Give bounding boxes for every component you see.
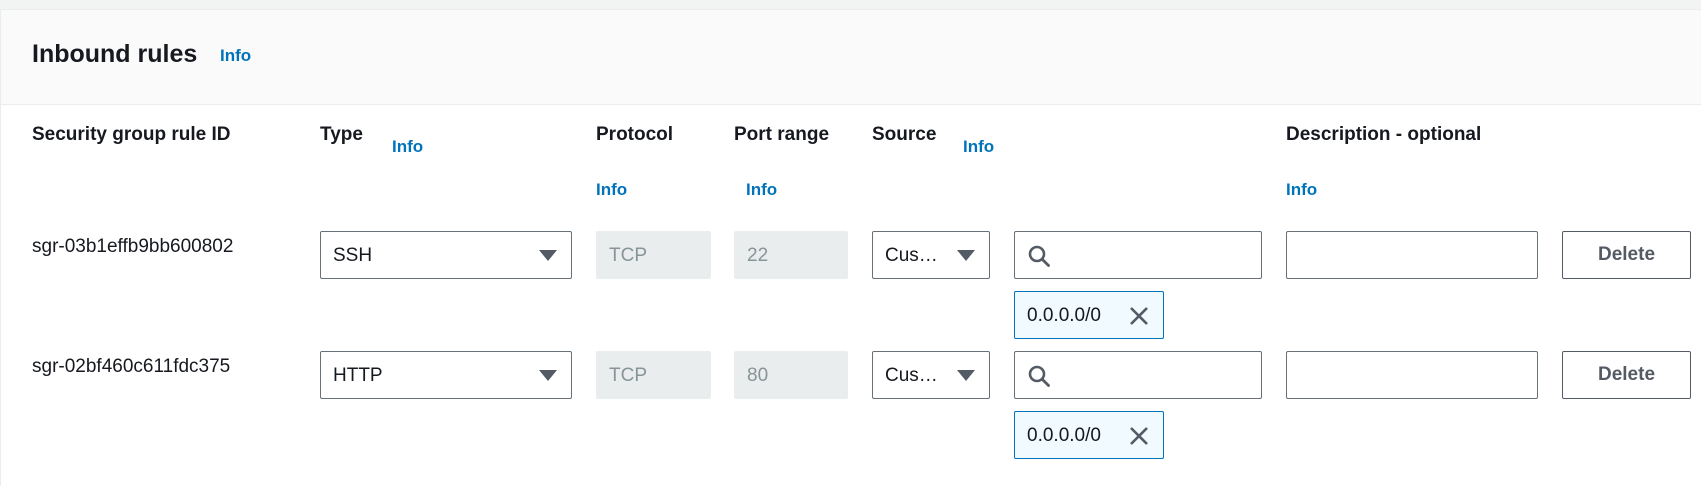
source-search-input[interactable] [1014,231,1262,279]
source-type-select[interactable]: Cus… [872,231,990,279]
col-header-protocol: Protocol [596,124,674,145]
col-header-type: Type [320,124,363,145]
close-icon[interactable] [1128,425,1150,447]
port-range-value: 80 [747,365,769,386]
col-header-source: Source [872,124,937,145]
inbound-rules-panel: Inbound rules Info Security group rule I… [0,10,1701,486]
source-type-select[interactable]: Cus… [872,351,990,399]
source-info-link[interactable]: Info [963,137,994,157]
delete-button[interactable]: Delete [1562,231,1691,279]
source-type-value: Cus… [885,365,938,386]
protocol-info-link[interactable]: Info [596,180,627,200]
caret-down-icon [957,370,975,381]
caret-down-icon [539,250,557,261]
port-range-value: 22 [747,245,769,266]
type-info-link[interactable]: Info [392,137,423,157]
rule-id: sgr-03b1effb9bb600802 [32,236,234,257]
port-range-field: 22 [734,231,848,279]
type-select-value: HTTP [333,365,383,386]
search-icon [1028,365,1050,387]
search-icon [1028,245,1050,267]
protocol-value: TCP [609,245,647,266]
cidr-token: 0.0.0.0/0 [1014,291,1164,339]
type-select[interactable]: HTTP [320,351,572,399]
close-icon[interactable] [1128,305,1150,327]
caret-down-icon [957,250,975,261]
type-select-value: SSH [333,245,373,266]
col-header-rule-id: Security group rule ID [32,124,231,145]
cidr-token: 0.0.0.0/0 [1014,411,1164,459]
description-input[interactable] [1286,231,1538,279]
caret-down-icon [539,370,557,381]
source-type-value: Cus… [885,245,938,266]
delete-button[interactable]: Delete [1562,351,1691,399]
cidr-token-label: 0.0.0.0/0 [1027,425,1101,446]
source-search-input[interactable] [1014,351,1262,399]
protocol-value: TCP [609,365,647,386]
port-range-info-link[interactable]: Info [746,180,777,200]
protocol-field: TCP [596,231,711,279]
panel-header: Inbound rules Info [1,10,1701,105]
type-select[interactable]: SSH [320,231,572,279]
port-range-field: 80 [734,351,848,399]
protocol-field: TCP [596,351,711,399]
col-header-description: Description - optional [1286,124,1482,145]
cidr-token-label: 0.0.0.0/0 [1027,305,1101,326]
panel-info-link[interactable]: Info [220,46,251,66]
panel-title: Inbound rules [32,40,198,68]
rule-id: sgr-02bf460c611fdc375 [32,356,231,377]
col-header-port-range: Port range [734,124,830,145]
top-strip [0,0,1701,10]
description-info-link[interactable]: Info [1286,180,1317,200]
description-input[interactable] [1286,351,1538,399]
